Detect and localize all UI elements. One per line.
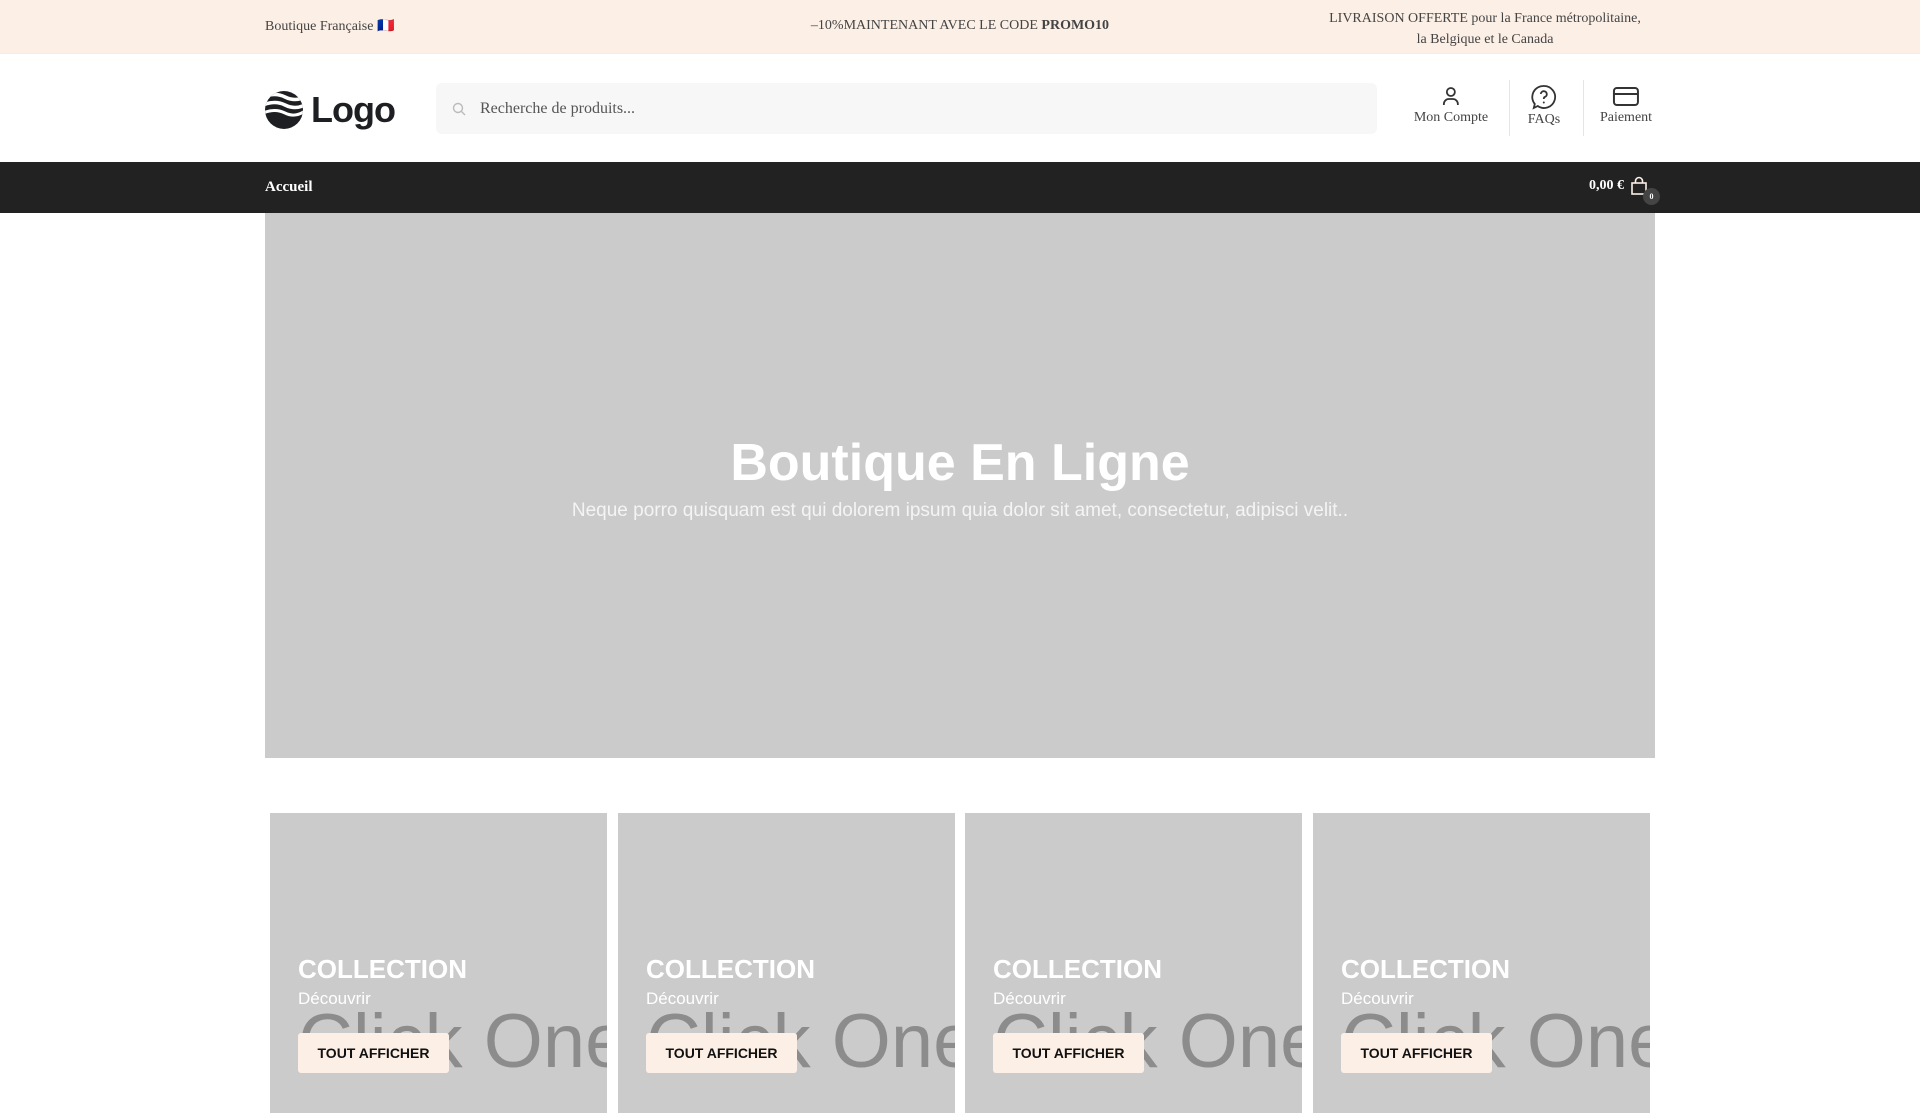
shipping-text: LIVRAISON OFFERTE pour la France métropo… [1315,8,1655,50]
search-bar[interactable] [436,83,1377,134]
view-all-button[interactable]: TOUT AFFICHER [298,1033,449,1073]
site-logo[interactable]: Logo [265,89,396,131]
view-all-button[interactable]: TOUT AFFICHER [1341,1033,1492,1073]
divider [1583,80,1584,136]
search-icon [452,102,466,115]
shipping-line-2: la Belgique et le Canada [1416,32,1554,47]
card-subtitle: Découvrir [298,989,371,1008]
shipping-line-1: LIVRAISON OFFERTE pour la France métropo… [1329,11,1641,26]
help-chat-icon [1531,85,1557,110]
account-link[interactable]: Mon Compte [1414,84,1488,140]
faqs-link[interactable]: FAQs [1528,84,1560,140]
collection-card[interactable]: Click One COLLECTION Découvrir TOUT AFFI… [270,813,607,1113]
user-icon [1443,87,1459,105]
card-subtitle: Découvrir [993,989,1066,1008]
card-title: COLLECTION [646,954,815,984]
view-all-button[interactable]: TOUT AFFICHER [646,1033,797,1073]
view-all-button[interactable]: TOUT AFFICHER [993,1033,1144,1073]
promo-code: PROMO10 [1041,18,1110,33]
card-title: COLLECTION [1341,954,1510,984]
divider [1509,80,1510,136]
card-subtitle: Découvrir [1341,989,1414,1008]
logo-icon [265,91,303,129]
cart-button[interactable]: 0,00 € 0 [1589,176,1660,205]
main-nav: Accueil 0,00 € 0 [0,162,1920,213]
card-title: COLLECTION [993,954,1162,984]
promo-prefix: –10%MAINTENANT AVEC LE CODE [810,18,1042,33]
faqs-label: FAQs [1527,112,1561,127]
hero-subtitle: Neque porro quisquam est qui dolorem ips… [571,500,1349,521]
search-input[interactable] [480,99,1330,118]
hero-title: Boutique En Ligne [730,434,1190,492]
payment-link[interactable]: Paiement [1600,84,1652,140]
collection-card[interactable]: Click One COLLECTION Découvrir TOUT AFFI… [1313,813,1650,1113]
announcement-bar: Boutique Française 🇫🇷 –10%MAINTENANT AVE… [0,0,1920,54]
account-label: Mon Compte [1413,110,1489,125]
card-subtitle: Découvrir [646,989,719,1008]
payment-label: Paiement [1599,110,1653,125]
cart-total: 0,00 € [1589,177,1624,193]
nav-home[interactable]: Accueil [265,179,312,196]
card-title: COLLECTION [298,954,467,984]
cart-count-badge: 0 [1643,188,1660,205]
collection-card[interactable]: Click One COLLECTION Découvrir TOUT AFFI… [965,813,1302,1113]
collection-card[interactable]: Click One COLLECTION Découvrir TOUT AFFI… [618,813,955,1113]
credit-card-icon [1612,87,1639,106]
logo-text: Logo [311,89,396,130]
hero-banner: Boutique En Ligne Neque porro quisquam e… [265,213,1655,758]
